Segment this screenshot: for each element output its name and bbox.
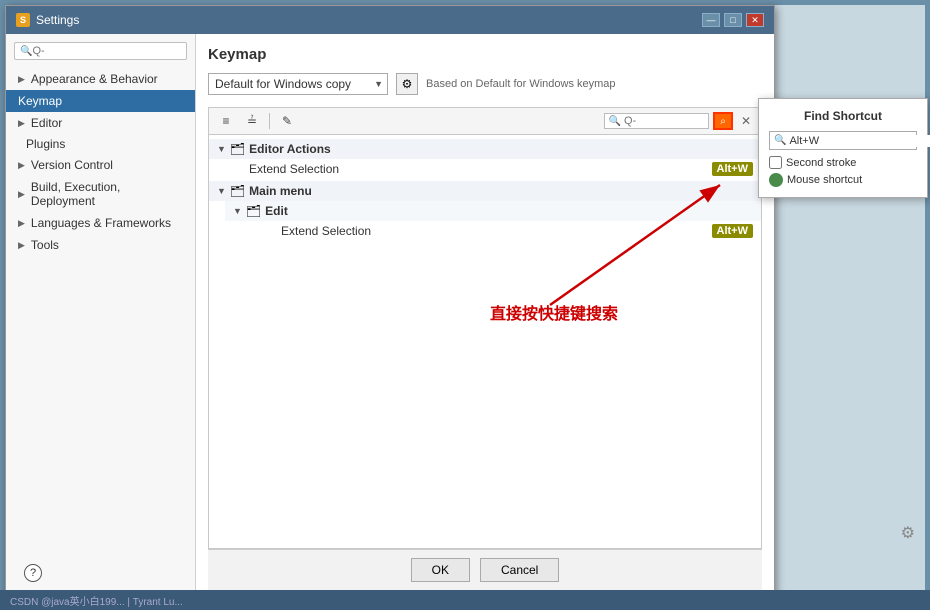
tree-section-main-menu-header[interactable]: ▼ 🗂 Main menu <box>209 181 761 201</box>
settings-window: S Settings — □ ✕ 🔍 ▶ Appearance & Behavi… <box>5 5 775 603</box>
title-bar: S Settings — □ ✕ <box>6 6 774 34</box>
second-stroke-row: Second stroke <box>769 156 917 169</box>
window-body: 🔍 ▶ Appearance & Behavior Keymap ▶ Edito… <box>6 34 774 602</box>
find-shortcut-input-row: 🔍 ✕ <box>769 131 917 150</box>
folder-icon: 🗂 <box>230 142 245 156</box>
editor-actions-label: Editor Actions <box>249 142 331 156</box>
edit-button[interactable]: ✎ <box>276 111 298 131</box>
sidebar-label-languages: Languages & Frameworks <box>31 216 171 230</box>
sidebar: 🔍 ▶ Appearance & Behavior Keymap ▶ Edito… <box>6 34 196 602</box>
find-shortcut-popup: Find Shortcut 🔍 ✕ Second stroke Mouse sh… <box>758 98 928 198</box>
chevron-right-icon-6: ▶ <box>18 240 25 251</box>
tree-expand-icon-3: ▼ <box>233 206 242 216</box>
sidebar-search-input[interactable] <box>32 45 181 57</box>
right-panel: ⚙ <box>775 5 925 603</box>
second-stroke-label: Second stroke <box>786 157 856 169</box>
chevron-right-icon-2: ▶ <box>18 118 25 129</box>
search-shortcut-button[interactable]: ⌕ <box>713 112 733 130</box>
settings-icon: S <box>16 13 30 27</box>
keymap-settings-button[interactable]: ⚙ <box>396 73 418 95</box>
tree-item-extend-selection-1[interactable]: Extend Selection Alt+W <box>209 159 761 179</box>
mouse-shortcut-row: Mouse shortcut <box>769 173 917 187</box>
gear-icon[interactable]: ⚙ <box>901 523 915 543</box>
ok-button[interactable]: OK <box>411 558 470 582</box>
title-bar-controls: — □ ✕ <box>702 13 764 27</box>
sidebar-label-build: Build, Execution, Deployment <box>31 180 183 208</box>
keymap-title: Keymap <box>208 46 762 63</box>
tree-section-main-menu: ▼ 🗂 Main menu ▼ 🗂 Edit Extend Selection … <box>209 181 761 241</box>
main-content: Keymap Default for Windows copy ▼ ⚙ Base… <box>196 34 774 602</box>
tree-item-extend-selection-2[interactable]: Extend Selection Alt+W <box>225 221 761 241</box>
folder-icon-2: 🗂 <box>230 184 245 198</box>
sidebar-label-version-control: Version Control <box>31 158 113 172</box>
mouse-shortcut-icon <box>769 173 783 187</box>
find-shortcut-input[interactable] <box>789 135 930 147</box>
sidebar-search-box[interactable]: 🔍 <box>14 42 187 60</box>
find-search-icon: 🔍 <box>774 135 786 146</box>
tree-expand-icon-2: ▼ <box>217 186 226 196</box>
chevron-right-icon-5: ▶ <box>18 218 25 229</box>
folder-icon-3: 🗂 <box>246 204 261 218</box>
toolbar-search-input[interactable] <box>624 115 704 127</box>
sidebar-item-plugins[interactable]: Plugins <box>6 134 195 154</box>
extend-selection-label-2: Extend Selection <box>281 224 712 238</box>
shortcut-badge-2: Alt+W <box>712 224 753 238</box>
toolbar-close-icon: ✕ <box>741 114 751 128</box>
sidebar-label-editor: Editor <box>31 116 62 130</box>
chevron-right-icon-3: ▶ <box>18 160 25 171</box>
sidebar-item-tools[interactable]: ▶ Tools <box>6 234 195 256</box>
close-window-button[interactable]: ✕ <box>746 13 764 27</box>
edit-label: Edit <box>265 204 288 218</box>
toolbar-separator <box>269 113 270 129</box>
keymap-toolbar: ≡ ≟ ✎ 🔍 ⌕ ✕ <box>208 107 762 134</box>
toolbar-search-icon: 🔍 <box>609 116 621 127</box>
sidebar-item-build[interactable]: ▶ Build, Execution, Deployment <box>6 176 195 212</box>
expand-all-button[interactable]: ≡ <box>215 111 237 131</box>
keymap-tree: ▼ 🗂 Editor Actions Extend Selection Alt+… <box>208 134 762 549</box>
window-title: Settings <box>36 13 79 27</box>
sidebar-item-editor[interactable]: ▶ Editor <box>6 112 195 134</box>
sidebar-item-appearance[interactable]: ▶ Appearance & Behavior <box>6 68 195 90</box>
cancel-button[interactable]: Cancel <box>480 558 559 582</box>
based-on-label: Based on Default for Windows keymap <box>426 78 616 90</box>
minimize-button[interactable]: — <box>702 13 720 27</box>
keymap-dropdown[interactable]: Default for Windows copy <box>208 73 388 95</box>
taskbar-label: CSDN @java英小白199... | Tyrant Lu... <box>10 593 183 608</box>
extend-selection-label-1: Extend Selection <box>249 162 712 176</box>
tree-section-editor-actions: ▼ 🗂 Editor Actions Extend Selection Alt+… <box>209 139 761 179</box>
bottom-bar: OK Cancel <box>208 549 762 590</box>
sidebar-label-plugins: Plugins <box>26 137 65 151</box>
tree-sub-header-edit[interactable]: ▼ 🗂 Edit <box>225 201 761 221</box>
search-shortcut-icon: ⌕ <box>720 116 726 127</box>
tree-section-editor-actions-header[interactable]: ▼ 🗂 Editor Actions <box>209 139 761 159</box>
find-shortcut-title: Find Shortcut <box>769 109 917 123</box>
chevron-right-icon-4: ▶ <box>18 189 25 200</box>
sidebar-item-languages[interactable]: ▶ Languages & Frameworks <box>6 212 195 234</box>
maximize-button[interactable]: □ <box>724 13 742 27</box>
keymap-dropdown-wrapper: Default for Windows copy ▼ <box>208 73 388 95</box>
taskbar: CSDN @java英小白199... | Tyrant Lu... <box>0 590 930 610</box>
sidebar-item-version-control[interactable]: ▶ Version Control <box>6 154 195 176</box>
collapse-all-button[interactable]: ≟ <box>241 111 263 131</box>
toolbar-search-box: 🔍 <box>604 113 709 129</box>
sidebar-label-tools: Tools <box>31 238 59 252</box>
chevron-right-icon: ▶ <box>18 74 25 85</box>
main-menu-label: Main menu <box>249 184 312 198</box>
shortcut-badge-1: Alt+W <box>712 162 753 176</box>
tree-expand-icon: ▼ <box>217 144 226 154</box>
keymap-selector-row: Default for Windows copy ▼ ⚙ Based on De… <box>208 73 762 95</box>
toolbar-close-button[interactable]: ✕ <box>737 112 755 130</box>
second-stroke-checkbox[interactable] <box>769 156 782 169</box>
mouse-shortcut-label: Mouse shortcut <box>787 174 862 186</box>
tree-sub-section-edit: ▼ 🗂 Edit Extend Selection Alt+W <box>225 201 761 241</box>
help-button[interactable]: ? <box>24 564 42 582</box>
sidebar-label-appearance: Appearance & Behavior <box>31 72 158 86</box>
sidebar-search-icon: 🔍 <box>20 46 32 57</box>
sidebar-item-keymap[interactable]: Keymap <box>6 90 195 112</box>
sidebar-label-keymap: Keymap <box>18 94 62 108</box>
title-bar-left: S Settings <box>16 13 79 27</box>
